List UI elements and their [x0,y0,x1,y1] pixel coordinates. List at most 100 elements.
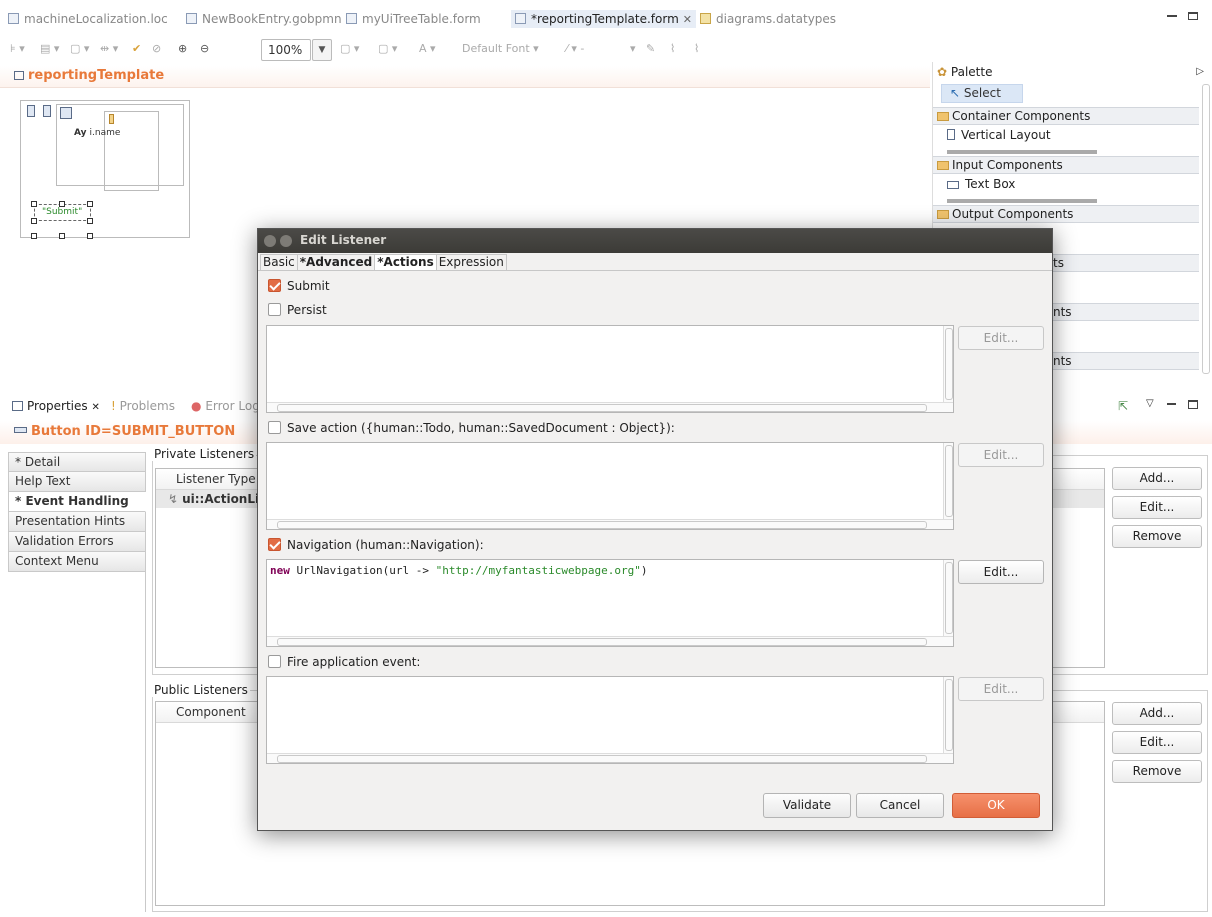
tree-column[interactable] [104,111,159,191]
horizontal-scrollbar[interactable] [267,636,953,646]
private-remove-button[interactable]: Remove [1112,525,1202,548]
tab-advanced[interactable]: *Advanced [296,254,376,270]
tab-basic[interactable]: Basic [260,254,298,270]
maximize-icon[interactable] [1188,400,1198,409]
zoom-dropdown[interactable]: ▼ [312,39,332,61]
minimize-icon[interactable] [280,235,292,247]
save-action-checkbox-row[interactable]: Save action ({human::Todo, human::SavedD… [268,421,675,437]
navigation-edit-button[interactable]: Edit... [958,560,1044,584]
resize-handle[interactable] [31,218,37,224]
resize-handle[interactable] [31,233,37,239]
paint-brush-icon[interactable]: ✎ [646,42,655,55]
vertical-scrollbar[interactable] [943,443,953,519]
editor-tab-diagrams[interactable]: diagrams.datatypes [700,10,836,28]
zoom-input[interactable]: 100% [261,39,311,61]
persist-checkbox-row[interactable]: Persist [268,303,327,319]
tree-table-container[interactable] [56,104,184,191]
resize-handle[interactable] [59,233,65,239]
section-context-menu[interactable]: Context Menu [8,552,146,572]
close-icon[interactable]: ✕ [683,13,692,26]
section-detail[interactable]: * Detail [8,452,146,472]
save-action-edit-button[interactable]: Edit... [958,443,1044,467]
fire-event-checkbox-row[interactable]: Fire application event: [268,655,420,671]
navigation-checkbox[interactable] [268,538,281,551]
resize-handle[interactable] [59,201,65,207]
editor-tab-new-book-entry[interactable]: NewBookEntry.gobpmn [186,10,342,28]
line-icon[interactable]: ⁄ ▾ - [566,42,584,55]
minimize-icon[interactable] [1167,12,1177,17]
fire-event-edit-button[interactable]: Edit... [958,677,1044,701]
tab-expression[interactable]: Expression [435,254,507,270]
persist-checkbox[interactable] [268,303,281,316]
font-dropdown[interactable]: Default Font ▾ [462,42,539,55]
editor-tab-reporting-template[interactable]: *reportingTemplate.form ✕ [511,10,696,28]
validate-icon[interactable]: ✔ [132,42,141,55]
collapse-arrow-icon[interactable]: ▷ [1196,66,1204,77]
zoom-in-icon[interactable]: ⊕ [178,42,187,55]
resize-handle[interactable] [87,201,93,207]
tab-actions[interactable]: *Actions [374,254,437,270]
fire-event-checkbox[interactable] [268,655,281,668]
horizontal-scrollbar[interactable] [267,519,953,529]
pin-icon[interactable]: ⇱ [1118,399,1128,413]
cancel-button[interactable]: Cancel [856,793,944,818]
submit-checkbox[interactable] [268,279,281,292]
insert-icon[interactable]: ▢ ▾ [70,42,89,55]
font-color-icon[interactable]: A ▾ [419,42,436,55]
brush-icon[interactable]: ⌇ [670,42,675,55]
align-icon[interactable]: ⊧ ▾ [10,42,25,55]
background-icon[interactable]: ▢ ▾ [378,42,397,55]
resize-handle[interactable] [87,233,93,239]
palette-item-text-box[interactable]: Text Box [947,177,1015,191]
section-event-handling[interactable]: * Event Handling [8,492,146,512]
horizontal-scrollbar[interactable] [267,402,953,412]
palette-scrollbar[interactable] [1202,84,1210,374]
section-validation-errors[interactable]: Validation Errors [8,532,146,552]
public-add-button[interactable]: Add... [1112,702,1202,725]
eraser-icon[interactable]: ⌇ [694,42,699,55]
vertical-scrollbar[interactable] [943,560,953,636]
close-icon[interactable] [264,235,276,247]
save-action-checkbox[interactable] [268,421,281,434]
palette-category-input[interactable]: Input Components [933,156,1199,174]
vertical-scrollbar[interactable] [943,677,953,753]
layout-icon[interactable]: ▤ ▾ [40,42,59,55]
palette-select-tool[interactable]: ↖ Select [941,84,1023,103]
save-action-expression-editor[interactable] [266,442,954,530]
navigation-code[interactable]: new UrlNavigation(url -> "http://myfanta… [270,564,648,577]
editor-tab-machine-localization[interactable]: machineLocalization.loc [8,10,168,28]
submit-checkbox-row[interactable]: Submit [268,279,330,295]
private-edit-button[interactable]: Edit... [1112,496,1202,519]
fire-event-expression-editor[interactable] [266,676,954,764]
ok-button[interactable]: OK [952,793,1040,818]
tab-problems[interactable]: ! Problems [111,399,175,413]
maximize-icon[interactable] [1188,12,1198,20]
section-presentation-hints[interactable]: Presentation Hints [8,512,146,532]
persist-expression-editor[interactable] [266,325,954,413]
section-help-text[interactable]: Help Text [8,472,146,492]
palette-category-container[interactable]: Container Components [933,107,1199,125]
resize-icon[interactable]: ⇹ ▾ [100,42,118,55]
navigation-checkbox-row[interactable]: Navigation (human::Navigation): [268,538,484,554]
palette-item-vertical-layout[interactable]: Vertical Layout [947,128,1051,142]
horizontal-scrollbar[interactable] [267,753,953,763]
resize-handle[interactable] [87,218,93,224]
line-style-icon[interactable]: ▾ [630,42,636,55]
navigation-expression-editor[interactable]: new UrlNavigation(url -> "http://myfanta… [266,559,954,647]
zoom-out-icon[interactable]: ⊖ [200,42,209,55]
clear-icon[interactable]: ⊘ [152,42,161,55]
public-edit-button[interactable]: Edit... [1112,731,1202,754]
view-menu-icon[interactable]: ▽ [1146,398,1154,409]
palette-category-output[interactable]: Output Components [933,205,1199,223]
tab-error-log[interactable]: ● Error Log [191,399,260,413]
public-remove-button[interactable]: Remove [1112,760,1202,783]
dialog-titlebar[interactable]: Edit Listener [258,229,1052,253]
private-add-button[interactable]: Add... [1112,467,1202,490]
persist-edit-button[interactable]: Edit... [958,326,1044,350]
resize-handle[interactable] [31,201,37,207]
validate-button[interactable]: Validate [763,793,851,818]
border-icon[interactable]: ▢ ▾ [340,42,359,55]
minimize-icon[interactable] [1167,402,1176,405]
tab-properties[interactable]: Properties ✕ [12,399,100,413]
close-icon[interactable]: ✕ [91,402,99,413]
